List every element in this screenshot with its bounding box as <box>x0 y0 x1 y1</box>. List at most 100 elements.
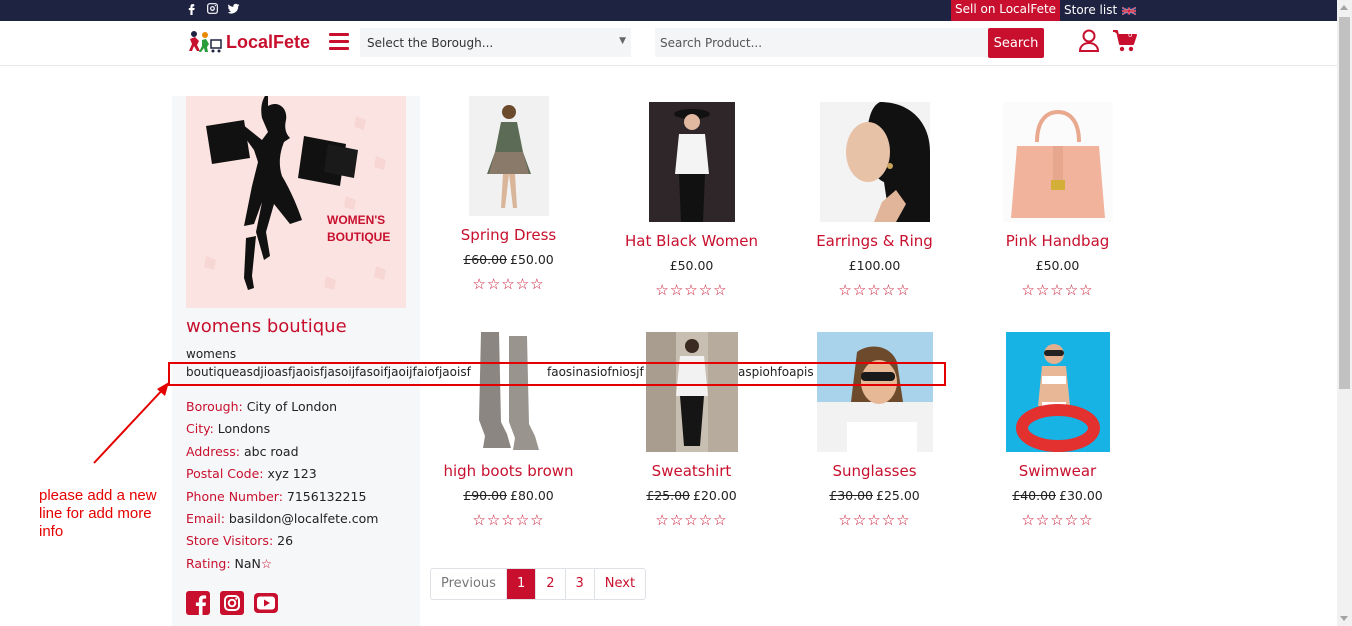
product-old-price: £30.00 <box>829 488 873 503</box>
product-name[interactable]: Sweatshirt <box>600 462 783 480</box>
product-current-price: £30.00 <box>1059 488 1103 503</box>
product-image[interactable] <box>816 332 933 452</box>
product-price: £50.00 <box>966 258 1149 273</box>
product-name[interactable]: Swimwear <box>966 462 1149 480</box>
info-phone-number: Phone Number: 7156132215 <box>186 488 367 504</box>
pagination-next[interactable]: Next <box>593 569 645 599</box>
product-card[interactable]: Hat Black Women £50.00 ☆☆☆☆☆ <box>600 102 783 299</box>
scroll-down-arrow-icon[interactable] <box>1340 616 1348 621</box>
product-current-price: £50.00 <box>510 252 554 267</box>
product-image[interactable] <box>648 102 735 222</box>
main-header: LocalFete Select the Borough... ▼ Search… <box>0 21 1337 66</box>
info-email: Email: basildon@localfete.com <box>186 511 379 527</box>
borough-select-value: Select the Borough... <box>367 36 494 50</box>
product-old-price: £25.00 <box>646 488 690 503</box>
cart-count-badge: 0 <box>1128 31 1133 39</box>
top-social-links <box>185 2 240 15</box>
product-rating-stars: ☆☆☆☆☆ <box>838 281 911 299</box>
product-name[interactable]: Spring Dress <box>417 226 600 244</box>
product-price: £60.00 £50.00 <box>417 252 600 267</box>
product-image[interactable] <box>468 96 549 216</box>
product-current-price: £100.00 <box>848 258 901 273</box>
menu-toggle-icon[interactable] <box>329 33 349 50</box>
pagination-page-1[interactable]: 1 <box>505 569 536 599</box>
star-outline-icon: ☆ <box>260 555 273 571</box>
store-list-label: Store list <box>1064 3 1118 17</box>
product-rating-stars: ☆☆☆☆☆ <box>655 511 728 529</box>
product-old-price: £90.00 <box>463 488 507 503</box>
cart-icon[interactable] <box>1112 29 1138 53</box>
product-name[interactable]: Earrings & Ring <box>783 232 966 250</box>
product-current-price: £50.00 <box>1035 258 1080 273</box>
product-name[interactable]: Pink Handbag <box>966 232 1149 250</box>
info-city: City: Londons <box>186 421 271 437</box>
product-price: £50.00 <box>600 258 783 273</box>
facebook-icon[interactable] <box>185 2 198 15</box>
product-price: £25.00 £20.00 <box>600 488 783 503</box>
product-card[interactable]: Pink Handbag £50.00 ☆☆☆☆☆ <box>966 102 1149 299</box>
search-input[interactable] <box>655 28 988 57</box>
product-image[interactable] <box>1005 332 1110 452</box>
product-current-price: £20.00 <box>693 488 737 503</box>
product-current-price: £50.00 <box>669 258 714 273</box>
product-price: £40.00 £30.00 <box>966 488 1149 503</box>
product-price: £90.00 £80.00 <box>417 488 600 503</box>
info-store-visitors: Store Visitors: 26 <box>186 533 294 549</box>
pagination-previous[interactable]: Previous <box>431 569 506 599</box>
scroll-up-arrow-icon[interactable] <box>1340 5 1348 10</box>
store-sidebar: WOMEN'S BOUTIQUE womens boutique womens … <box>172 96 814 626</box>
pagination-page-3[interactable]: 3 <box>564 569 594 599</box>
chevron-down-icon: ▼ <box>619 36 626 46</box>
logo-mark-icon <box>189 31 222 53</box>
instagram-icon[interactable] <box>206 2 219 15</box>
search-button[interactable]: Search <box>988 28 1044 58</box>
product-card[interactable]: Swimwear £40.00 £30.00 ☆☆☆☆☆ <box>966 332 1149 529</box>
sell-on-localfete-button[interactable]: Sell on LocalFete <box>951 0 1061 21</box>
page-scrollbar[interactable] <box>1337 0 1352 626</box>
product-card[interactable]: Spring Dress £60.00 £50.00 ☆☆☆☆☆ <box>417 96 600 293</box>
store-logo-image: WOMEN'S BOUTIQUE <box>186 96 406 308</box>
info-address: Address: abc road <box>186 443 299 459</box>
product-price: £100.00 <box>783 258 966 273</box>
product-image[interactable] <box>1002 102 1113 222</box>
scroll-thumb[interactable] <box>1339 17 1350 389</box>
annotation-arrow-icon <box>93 382 169 464</box>
product-rating-stars: ☆☆☆☆☆ <box>472 511 545 529</box>
product-name[interactable]: high boots brown <box>417 462 600 480</box>
logo-text: LocalFete <box>226 31 311 52</box>
store-info-list: Borough: City of London City: Londons Ad… <box>186 396 378 575</box>
facebook-square-icon[interactable] <box>186 591 210 615</box>
product-rating-stars: ☆☆☆☆☆ <box>838 511 911 529</box>
product-current-price: £80.00 <box>510 488 554 503</box>
logo[interactable]: LocalFete <box>185 30 310 54</box>
instagram-square-icon[interactable] <box>220 591 244 615</box>
youtube-icon[interactable] <box>254 591 278 615</box>
product-rating-stars: ☆☆☆☆☆ <box>655 281 728 299</box>
product-rating-stars: ☆☆☆☆☆ <box>1021 281 1094 299</box>
info-borough: Borough: City of London <box>186 399 338 414</box>
product-image[interactable] <box>819 102 930 222</box>
store-social-links <box>186 591 278 615</box>
uk-flag-icon[interactable] <box>1122 6 1137 16</box>
top-bar: Sell on LocalFete Store list <box>0 0 1337 21</box>
product-image[interactable] <box>472 332 545 452</box>
product-name[interactable]: Sunglasses <box>783 462 966 480</box>
user-icon[interactable] <box>1078 29 1100 53</box>
twitter-icon[interactable] <box>227 2 240 15</box>
info-postal-code: Postal Code: xyz 123 <box>186 466 317 482</box>
store-name: womens boutique <box>186 316 347 337</box>
product-name[interactable]: Hat Black Women <box>600 232 783 250</box>
product-current-price: £25.00 <box>876 488 920 503</box>
product-rating-stars: ☆☆☆☆☆ <box>472 275 545 293</box>
product-card[interactable]: Earrings & Ring £100.00 ☆☆☆☆☆ <box>783 102 966 299</box>
pagination-page-2[interactable]: 2 <box>535 569 564 599</box>
borough-select[interactable]: Select the Borough... ▼ <box>360 28 631 57</box>
annotation-note: please add a new line for add more info <box>39 487 157 540</box>
store-list-link[interactable]: Store list <box>1064 0 1137 21</box>
pagination: Previous 1 2 3 Next <box>430 568 647 600</box>
store-image-text-line2: BOUTIQUE <box>327 230 390 244</box>
info-rating: Rating: NaN☆ <box>186 555 273 571</box>
product-old-price: £60.00 <box>463 252 507 267</box>
store-image-text-line1: WOMEN'S <box>327 213 385 227</box>
product-image[interactable] <box>645 332 738 452</box>
